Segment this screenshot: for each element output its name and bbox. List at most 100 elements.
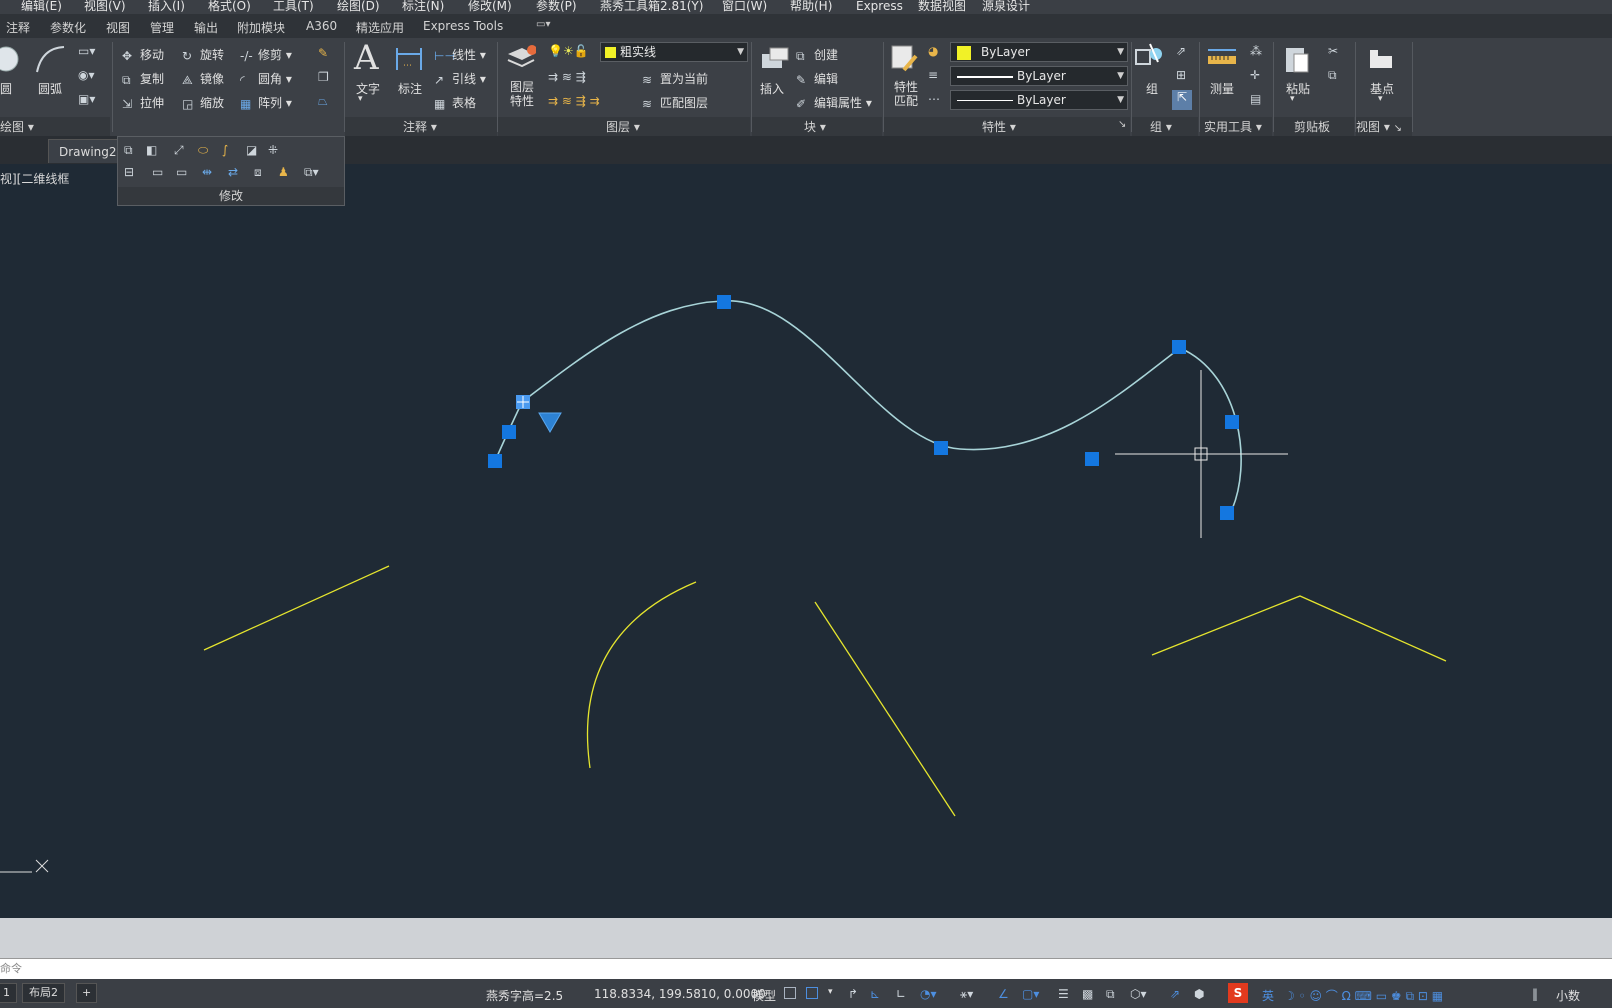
match-properties-icon[interactable] xyxy=(890,44,920,77)
grid-icon[interactable] xyxy=(784,987,796,999)
chevron-down-icon[interactable]: ▾ xyxy=(828,987,833,997)
fillet-button[interactable]: ◜ 圆角 ▾ xyxy=(240,70,292,87)
menu-help[interactable]: 帮助(H) xyxy=(790,0,832,13)
cursor-coordinates[interactable]: 118.8334, 199.5810, 0.0000 xyxy=(594,987,766,1001)
measure-icon[interactable] xyxy=(1206,44,1238,77)
flyout-tool-icon[interactable]: ◪ xyxy=(246,143,260,157)
create-block-button[interactable]: ⧉ 创建 xyxy=(796,46,838,63)
tab-parametric[interactable]: 参数化 xyxy=(50,19,86,36)
text-dropdown-icon[interactable]: ▾ xyxy=(358,94,363,104)
match-layer-button[interactable]: ≋ 匹配图层 xyxy=(642,94,708,111)
arc-tool[interactable] xyxy=(34,44,66,79)
ime-language[interactable]: 英 xyxy=(1262,987,1274,1004)
table-button[interactable]: ▦ 表格 xyxy=(434,94,476,111)
insert-block-icon[interactable] xyxy=(758,44,790,77)
tab-output[interactable]: 输出 xyxy=(194,19,218,36)
menu-view[interactable]: 视图(V) xyxy=(84,0,126,13)
tab-view[interactable]: 视图 xyxy=(106,19,130,36)
flyout-tool-icon[interactable]: ⇄ xyxy=(228,165,242,179)
draw-panel-title[interactable]: 绘图 ▾ xyxy=(0,118,34,136)
yellow-line-1[interactable] xyxy=(203,565,390,651)
ortho-icon[interactable]: ∟ xyxy=(896,987,906,1001)
snap-icon[interactable] xyxy=(806,987,818,999)
selection-filter-icon[interactable]: ⬢ xyxy=(1194,987,1204,1001)
text-height-indicator[interactable]: 燕秀字高=2.5 xyxy=(486,987,563,1004)
tab-options-icon[interactable]: ▭▾ xyxy=(536,19,550,30)
dynamic-ucs-icon[interactable]: ⇗ xyxy=(1170,987,1180,1001)
layer-tools-row1[interactable]: ⇉ ≋ ⇶ xyxy=(548,70,586,84)
paste-icon[interactable] xyxy=(1282,44,1312,79)
make-current-button[interactable]: ≋ 置为当前 xyxy=(642,70,708,87)
layers-panel-title[interactable]: 图层 ▾ xyxy=(606,118,640,136)
tab-addins[interactable]: 附加模块 xyxy=(237,19,285,36)
trim-button[interactable]: -/- 修剪 ▾ xyxy=(240,46,292,63)
linear-button[interactable]: ⊢⊣线性 ▾ xyxy=(434,46,486,63)
object-snap-tracking-icon[interactable]: ∠ xyxy=(998,987,1009,1001)
tab-a360[interactable]: A360 xyxy=(306,19,337,33)
group-panel-title[interactable]: 组 ▾ xyxy=(1150,118,1172,136)
stretch-button[interactable]: ⇲ 拉伸 xyxy=(122,94,164,111)
panel-launcher-icon[interactable]: ↘ xyxy=(1118,119,1126,130)
lineweight-dropdown[interactable]: ByLayer ▼ xyxy=(950,90,1128,110)
tab-featured-apps[interactable]: 精选应用 xyxy=(356,19,404,36)
flyout-tool-icon[interactable]: ⧉▾ xyxy=(304,165,319,179)
color-dropdown[interactable]: ByLayer ▼ xyxy=(950,42,1128,62)
selection-cycling-icon[interactable]: ⧉ xyxy=(1106,987,1115,1002)
object-snap-icon[interactable]: ▢▾ xyxy=(1022,987,1039,1001)
flyout-tool-icon[interactable]: ◧ xyxy=(146,143,160,157)
spline-grips[interactable] xyxy=(488,295,1239,520)
copy-button[interactable]: ⧉ 复制 xyxy=(122,70,164,87)
spline-method-triangle-icon[interactable] xyxy=(538,412,562,433)
tab-layout2[interactable]: 布局2 xyxy=(22,983,65,1003)
tab-drawing2[interactable]: Drawing2 xyxy=(48,139,128,163)
flyout-tool-icon[interactable]: ∫ xyxy=(222,143,236,157)
edit-attributes-button[interactable]: ✐ 编辑属性 ▾ xyxy=(796,94,872,111)
color-wheel-icon[interactable]: ◕ xyxy=(928,44,938,58)
explode-icon[interactable]: ❐ xyxy=(318,70,329,84)
menu-draw[interactable]: 绘图(D) xyxy=(337,0,380,13)
flyout-tool-icon[interactable]: ⬭ xyxy=(198,143,212,157)
transparency-icon[interactable]: ▩ xyxy=(1082,987,1093,1001)
dimension-tool[interactable]: ⋯ xyxy=(394,44,424,77)
layer-tools-row2[interactable]: ⇉ ≋ ⇶ ⇉ xyxy=(548,94,600,108)
sogou-ime-icon[interactable]: S xyxy=(1228,983,1248,1003)
rectangle-icon[interactable]: ▭▾ xyxy=(78,44,95,58)
base-dropdown-icon[interactable]: ▾ xyxy=(1378,94,1383,104)
tab-manage[interactable]: 管理 xyxy=(150,19,174,36)
mirror-button[interactable]: ⟁ 镜像 xyxy=(182,70,224,87)
ungroup-icon[interactable]: ⇗ xyxy=(1176,44,1186,58)
menu-yuanquan[interactable]: 源泉设计 xyxy=(982,0,1030,13)
utilities-panel-title[interactable]: 实用工具 ▾ xyxy=(1204,118,1262,136)
linetype-dropdown[interactable]: ByLayer ▼ xyxy=(950,66,1128,86)
ime-tool-icons[interactable]: ☽ ◦ ☺ ⌒ Ω ⌨ ▭ ♚ ⧉ ⊡ ▦ xyxy=(1284,987,1443,1004)
copy-clip-icon[interactable]: ⧉ xyxy=(1328,68,1337,83)
model-space-button[interactable]: 模型 xyxy=(752,987,776,1004)
add-layout-button[interactable]: + xyxy=(76,983,98,1003)
infer-constraints-icon[interactable]: ↱ xyxy=(848,987,858,1001)
drawing-canvas[interactable] xyxy=(0,164,1612,918)
flyout-tool-icon[interactable]: ⧉ xyxy=(124,143,138,157)
clipboard-panel-title[interactable]: 剪贴板 xyxy=(1294,118,1330,136)
view-panel-title[interactable]: 视图 ▾ ↘ xyxy=(1356,118,1402,136)
yellow-arc[interactable] xyxy=(586,581,697,769)
block-panel-title[interactable]: 块 ▾ xyxy=(804,118,826,136)
3d-osnap-icon[interactable]: ⬡▾ xyxy=(1130,987,1147,1001)
command-line[interactable] xyxy=(0,958,1612,979)
menu-yanxiu[interactable]: 燕秀工具箱2.81(Y) xyxy=(600,0,703,13)
offset-icon[interactable]: ⏢ xyxy=(318,94,328,109)
flyout-tool-icon[interactable]: ▭ xyxy=(152,165,166,179)
flyout-tool-icon[interactable]: ▭ xyxy=(176,165,190,179)
hatch-icon[interactable]: ◉▾ xyxy=(78,68,95,82)
menu-tools[interactable]: 工具(T) xyxy=(273,0,314,13)
menu-parametric[interactable]: 参数(P) xyxy=(536,0,577,13)
scale-button[interactable]: ◲ 缩放 xyxy=(182,94,224,111)
dynamic-input-icon[interactable]: ⊾ xyxy=(870,987,880,1001)
group-select-icon[interactable]: ⇱ xyxy=(1172,90,1192,110)
yellow-line-2[interactable] xyxy=(814,601,956,817)
layer-dropdown[interactable]: 粗实线 ▼ xyxy=(600,42,748,62)
circle-tool[interactable] xyxy=(0,44,24,77)
array-button[interactable]: ▦ 阵列 ▾ xyxy=(240,94,292,111)
flyout-tool-icon[interactable]: ⤢ xyxy=(174,143,188,157)
move-button[interactable]: ✥ 移动 xyxy=(122,46,164,63)
polar-icon[interactable]: ◔▾ xyxy=(920,987,937,1001)
